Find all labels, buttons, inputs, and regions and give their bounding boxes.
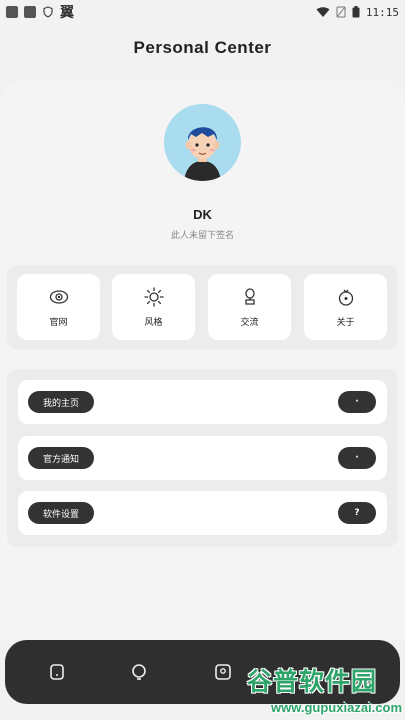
watermark-url: www.gupuxiazai.com — [271, 700, 402, 715]
menu-item-label: 官方通知 — [28, 447, 95, 469]
nav-home[interactable] — [47, 662, 67, 682]
quick-action-about[interactable]: 关于 — [304, 274, 387, 340]
avatar[interactable] — [164, 104, 241, 181]
notification-icon-2 — [24, 6, 36, 18]
quick-action-label: 风格 — [144, 317, 163, 328]
username: DK — [193, 207, 212, 222]
sun-icon — [143, 286, 164, 307]
menu-item-badge: · — [338, 391, 376, 413]
menu-item-label: 软件设置 — [28, 502, 95, 524]
signature-text: 此人未留下签名 — [170, 231, 234, 241]
page-title: Personal Center — [133, 38, 272, 57]
quick-action-label: 交流 — [240, 317, 259, 328]
eye-icon — [49, 289, 68, 304]
home-icon — [50, 664, 64, 680]
quick-action-community[interactable]: 交流 — [208, 274, 291, 340]
chat-icon — [244, 287, 255, 305]
quick-action-style[interactable]: 风格 — [112, 274, 195, 340]
menu-item-official-notice[interactable]: 官方通知 · — [18, 436, 387, 480]
status-left: 翼 — [6, 2, 74, 22]
quick-action-label: 官网 — [49, 317, 68, 328]
status-app-glyph: 翼 — [60, 5, 74, 21]
menu-panel: 我的主页 · 官方通知 · 软件设置 ? — [7, 369, 398, 547]
discover-icon — [132, 664, 146, 680]
quick-actions-panel: 官网 风格 交流 关于 — [7, 265, 398, 349]
menu-item-my-homepage[interactable]: 我的主页 · — [18, 380, 387, 424]
quick-action-label: 关于 — [336, 317, 355, 328]
info-icon — [338, 289, 353, 306]
no-sim-icon — [336, 6, 346, 18]
watermark-brand: 谷普软件园 — [246, 667, 377, 696]
notification-icon — [6, 6, 18, 18]
watermark: 谷普软件园 www.gupuxiazai.com — [222, 662, 402, 718]
menu-item-badge: ? — [338, 502, 376, 524]
wifi-icon — [316, 7, 330, 17]
battery-icon — [352, 6, 360, 18]
menu-item-label: 我的主页 — [28, 391, 95, 413]
menu-item-badge: · — [338, 447, 376, 469]
status-bar: 翼 11:15 — [0, 0, 405, 24]
quick-action-website[interactable]: 官网 — [17, 274, 100, 340]
nav-discover[interactable] — [129, 662, 149, 682]
status-right: 11:15 — [316, 6, 399, 19]
avatar-illustration — [184, 127, 221, 181]
clock: 11:15 — [365, 5, 399, 19]
menu-item-software-settings[interactable]: 软件设置 ? — [18, 491, 387, 535]
shield-icon — [43, 6, 53, 18]
